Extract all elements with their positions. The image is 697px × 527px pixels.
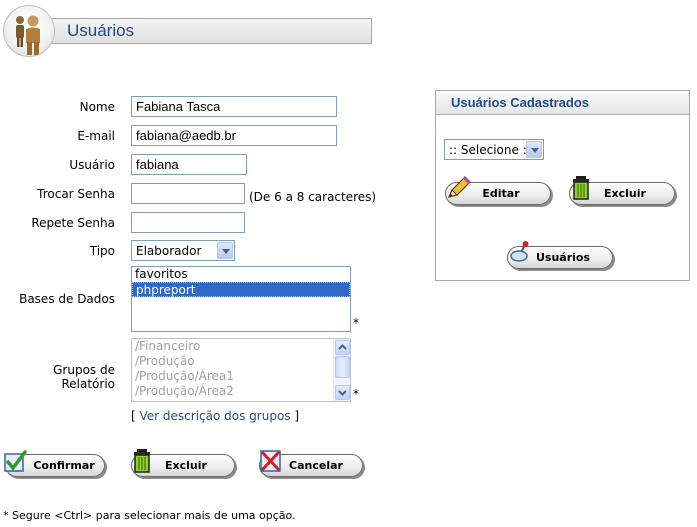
usuarios-button-label: Usuários xyxy=(535,251,591,264)
panel-excluir-label: Excluir xyxy=(604,187,646,200)
grupos-required-mark: * xyxy=(353,387,359,401)
usuarios-select[interactable]: :: Selecione :: xyxy=(444,139,544,160)
bases-listbox[interactable]: favoritos phpreport xyxy=(131,266,351,332)
chevron-down-icon[interactable] xyxy=(526,141,542,158)
grupos-option[interactable]: /Produção/Área2 xyxy=(132,384,350,399)
magnifier-icon xyxy=(508,240,534,269)
usuario-input[interactable]: fabiana xyxy=(131,154,247,175)
trocar-senha-label: Trocar Senha xyxy=(37,187,115,201)
usuario-label: Usuário xyxy=(69,158,115,172)
trash-icon xyxy=(133,448,153,477)
trash-icon xyxy=(572,175,592,204)
grupos-scrollbar[interactable] xyxy=(333,339,350,401)
pencil-icon xyxy=(446,175,472,204)
cancelar-label: Cancelar xyxy=(289,459,343,472)
users-icon xyxy=(3,5,55,57)
nome-label: Nome xyxy=(79,100,115,114)
bases-option-favoritos[interactable]: favoritos xyxy=(132,267,350,282)
repete-senha-input[interactable] xyxy=(131,212,245,233)
trocar-senha-input[interactable] xyxy=(131,183,245,204)
scroll-thumb[interactable] xyxy=(335,356,350,378)
bases-option-phpreport[interactable]: phpreport xyxy=(132,282,350,297)
checkmark-icon xyxy=(3,448,29,477)
usuarios-select-value: :: Selecione :: xyxy=(449,143,531,157)
grupos-option[interactable]: /Produção xyxy=(132,354,350,369)
grupos-description-link-line: [ Ver descrição dos grupos ] xyxy=(131,409,299,423)
grupos-label: Grupos de Relatório xyxy=(53,363,115,391)
bracket-close: ] xyxy=(294,409,300,423)
email-label: E-mail xyxy=(77,129,115,143)
scroll-down-icon[interactable] xyxy=(335,385,350,400)
cancel-icon xyxy=(259,448,283,477)
bracket-open: [ xyxy=(131,409,136,423)
email-input[interactable]: fabiana@aedb.br xyxy=(131,125,337,146)
senha-length-hint: (De 6 a 8 caracteres) xyxy=(249,190,377,204)
scroll-up-icon[interactable] xyxy=(335,340,350,355)
nome-input[interactable]: Fabiana Tasca xyxy=(131,96,337,117)
grupos-option[interactable]: /Produção/Área1 xyxy=(132,369,350,384)
tipo-select[interactable]: Elaborador xyxy=(131,240,235,261)
ver-descricao-grupos-link[interactable]: Ver descrição dos grupos xyxy=(140,409,291,423)
page-title: Usuários xyxy=(67,21,135,40)
panel-title: Usuários Cadastrados xyxy=(451,95,589,110)
bases-required-mark: * xyxy=(353,316,359,330)
panel-header: Usuários Cadastrados xyxy=(436,91,689,115)
tipo-label: Tipo xyxy=(89,244,115,258)
excluir-label: Excluir xyxy=(165,459,207,472)
grupos-listbox[interactable]: /Financeiro /Produção /Produção/Área1 /P… xyxy=(131,338,351,402)
bases-label: Bases de Dados xyxy=(19,292,115,306)
editar-label: Editar xyxy=(482,187,520,200)
grupos-option[interactable]: /Financeiro xyxy=(132,339,350,354)
chevron-down-icon[interactable] xyxy=(217,242,233,259)
tipo-selected-value: Elaborador xyxy=(136,244,202,258)
repete-senha-label: Repete Senha xyxy=(31,216,115,230)
footer-note: * Segure <Ctrl> para selecionar mais de … xyxy=(3,509,296,522)
